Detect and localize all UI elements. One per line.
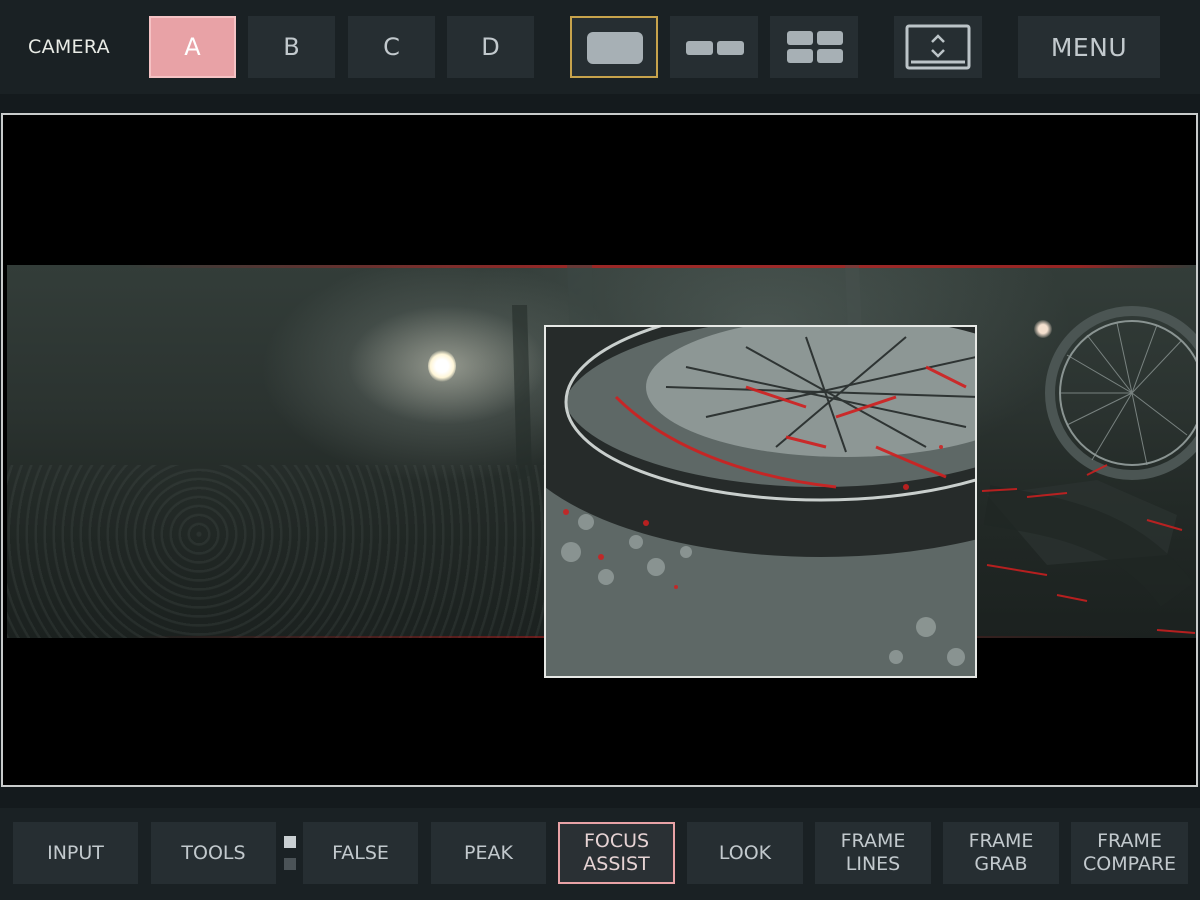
camera-d-label: D: [481, 33, 500, 61]
input-button[interactable]: INPUT: [13, 822, 138, 884]
focus-assist-magnifier[interactable]: [544, 325, 977, 678]
frame-compare-button[interactable]: FRAME COMPARE: [1071, 822, 1188, 884]
expand-button[interactable]: [894, 16, 982, 78]
menu-label: MENU: [1050, 32, 1128, 62]
focus-assist-label-line2: ASSIST: [583, 853, 650, 875]
bottom-toolbar: INPUT TOOLS FALSE PEAK FOCUS ASSIST LOOK…: [0, 808, 1200, 900]
tools-label: TOOLS: [181, 841, 246, 864]
camera-a-button[interactable]: A: [149, 16, 236, 78]
camera-c-button[interactable]: C: [348, 16, 435, 78]
camera-a-label: A: [184, 33, 201, 61]
frame-grab-label-line2: GRAB: [974, 853, 1028, 875]
top-bar: CAMERA A B C D MENU: [0, 0, 1200, 94]
frame-lines-label-line1: FRAME: [840, 830, 906, 852]
false-color-button[interactable]: FALSE: [303, 822, 418, 884]
page-dot-active: [284, 836, 296, 848]
camera-d-button[interactable]: D: [447, 16, 534, 78]
page-dot: [284, 858, 296, 870]
single-view-button[interactable]: [570, 16, 658, 78]
frame-compare-label-line2: COMPARE: [1082, 853, 1177, 875]
light-source: [428, 350, 456, 382]
frame-grab-button[interactable]: FRAME GRAB: [943, 822, 1059, 884]
menu-button[interactable]: MENU: [1018, 16, 1160, 78]
camera-c-label: C: [383, 33, 400, 61]
frame-lines-button[interactable]: FRAME LINES: [815, 822, 931, 884]
single-view-icon: [587, 32, 643, 64]
frame-compare-label-line1: FRAME: [1097, 830, 1162, 852]
frame-lines-label-line2: LINES: [845, 853, 901, 875]
camera-b-label: B: [283, 33, 300, 61]
dual-view-button[interactable]: [670, 16, 758, 78]
quad-view-button[interactable]: [770, 16, 858, 78]
false-color-label: FALSE: [332, 841, 389, 864]
distant-light: [1034, 320, 1052, 338]
focus-assist-button[interactable]: FOCUS ASSIST: [558, 822, 675, 884]
expand-vertical-icon: [905, 24, 971, 70]
focus-assist-label-line1: FOCUS: [583, 830, 650, 852]
peak-label: PEAK: [464, 841, 513, 864]
peak-button[interactable]: PEAK: [431, 822, 546, 884]
page-indicator[interactable]: [284, 836, 296, 880]
look-button[interactable]: LOOK: [687, 822, 803, 884]
camera-b-button[interactable]: B: [248, 16, 335, 78]
magnified-wheel: [546, 327, 975, 676]
look-label: LOOK: [718, 841, 772, 864]
frame-grab-label-line1: FRAME: [968, 830, 1034, 852]
input-label: INPUT: [47, 841, 104, 864]
tools-button[interactable]: TOOLS: [151, 822, 276, 884]
camera-label: CAMERA: [28, 36, 110, 58]
